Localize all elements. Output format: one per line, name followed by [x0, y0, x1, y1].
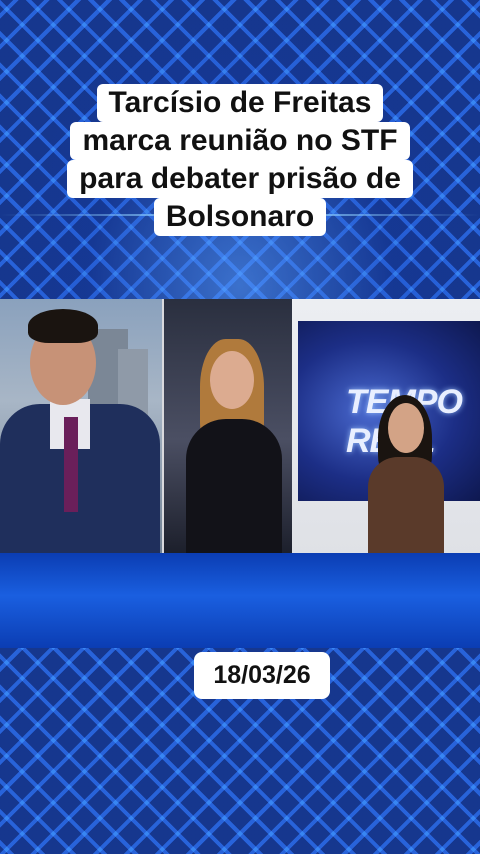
- anchor-male-panel: [0, 299, 162, 554]
- news-photo-collage: TEMPO REAL: [0, 299, 480, 554]
- blue-band: [0, 553, 480, 648]
- headline-line-1: Tarcísio de Freitas: [96, 84, 384, 122]
- date-label: 18/03/26: [194, 652, 330, 699]
- reporter-dress: [186, 419, 282, 554]
- headline-line-2: marca reunião no STF: [70, 122, 410, 160]
- anchor-tie: [64, 417, 78, 512]
- reporter-head: [210, 351, 254, 409]
- presenter-head: [388, 403, 424, 453]
- presenter-dress: [368, 457, 444, 554]
- reporter-female-panel: [164, 299, 292, 554]
- anchor-hair: [28, 309, 98, 343]
- studio-presenter-panel: TEMPO REAL: [292, 299, 480, 554]
- headline-line-3: para debater prisão de: [67, 160, 413, 198]
- headline-line-4: Bolsonaro: [153, 198, 327, 236]
- headline: Tarcísio de Freitas marca reunião no STF…: [53, 84, 427, 236]
